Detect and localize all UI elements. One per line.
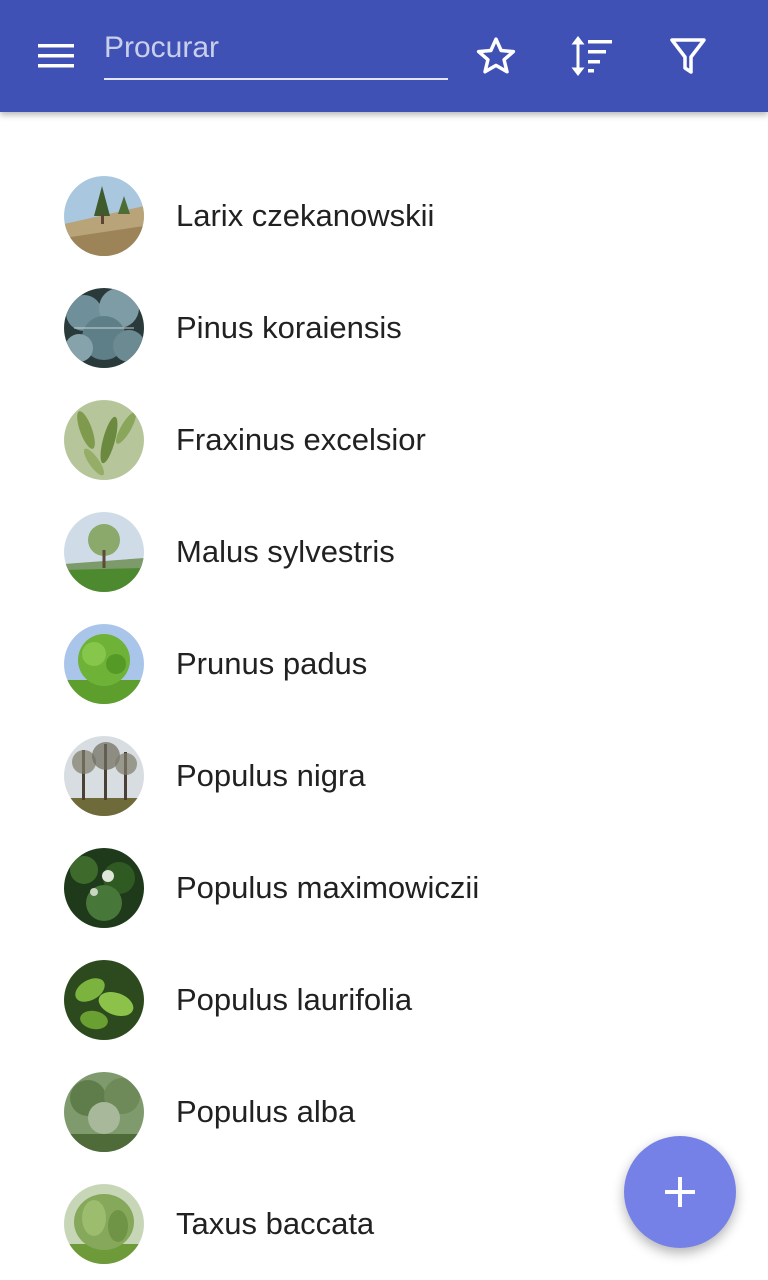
add-plant-button[interactable]	[624, 1136, 736, 1248]
list-item[interactable]: Prunus padus	[0, 608, 768, 720]
plant-list: Larix czekanowskii Pinus koraiensis Frax…	[0, 160, 768, 1280]
list-item[interactable]: Fraxinus excelsior	[0, 384, 768, 496]
plant-name: Fraxinus excelsior	[176, 422, 426, 457]
favorites-button[interactable]	[464, 24, 528, 88]
tree-photo-thumbnail	[64, 960, 144, 1040]
list-item[interactable]: Populus laurifolia	[0, 944, 768, 1056]
search-field[interactable]	[104, 22, 448, 80]
tree-photo-thumbnail	[64, 848, 144, 928]
app-screen: Larix czekanowskii Pinus koraiensis	[0, 0, 768, 1280]
hamburger-menu-icon	[38, 44, 74, 68]
tree-photo-thumbnail	[64, 512, 144, 592]
plant-name: Populus alba	[176, 1094, 356, 1129]
tree-photo-thumbnail	[64, 1072, 144, 1152]
plant-name: Populus maximowiczii	[176, 870, 480, 905]
filter-icon	[670, 38, 706, 74]
tree-photo-thumbnail	[64, 736, 144, 816]
plant-name: Malus sylvestris	[176, 534, 395, 569]
sort-button[interactable]	[560, 24, 624, 88]
sort-icon	[571, 36, 612, 76]
plus-icon	[665, 1177, 695, 1207]
plant-name: Taxus baccata	[176, 1206, 375, 1241]
search-input[interactable]	[104, 22, 448, 74]
plant-name: Populus nigra	[176, 758, 366, 793]
list-item[interactable]: Malus sylvestris	[0, 496, 768, 608]
list-item[interactable]: Populus nigra	[0, 720, 768, 832]
tree-photo-thumbnail	[64, 1184, 144, 1264]
app-toolbar	[0, 0, 768, 112]
tree-photo-thumbnail	[64, 288, 144, 368]
tree-photo-thumbnail	[64, 624, 144, 704]
star-outline-icon	[476, 37, 516, 74]
menu-button[interactable]	[24, 24, 88, 88]
tree-photo-thumbnail	[64, 400, 144, 480]
filter-button[interactable]	[656, 24, 720, 88]
list-item[interactable]: Populus maximowiczii	[0, 832, 768, 944]
plant-name: Populus laurifolia	[176, 982, 413, 1017]
tree-photo-thumbnail	[64, 176, 144, 256]
list-item[interactable]: Pinus koraiensis	[0, 272, 768, 384]
plant-name: Pinus koraiensis	[176, 310, 402, 345]
plant-name: Prunus padus	[176, 646, 368, 681]
plant-name: Larix czekanowskii	[176, 198, 435, 233]
list-item[interactable]: Larix czekanowskii	[0, 160, 768, 272]
